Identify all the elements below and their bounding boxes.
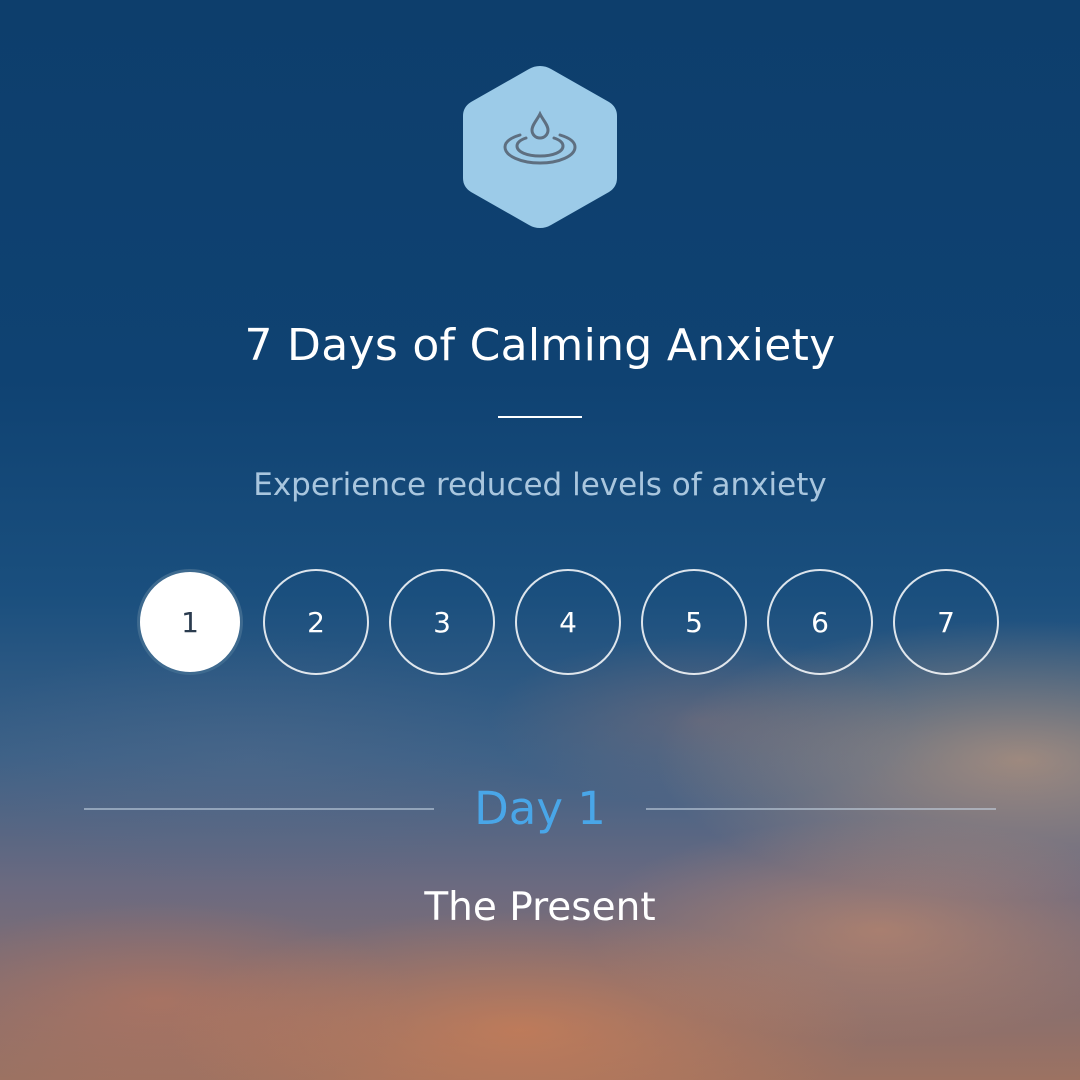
program-subtitle: Experience reduced levels of anxiety [253,467,827,503]
program-badge [460,62,620,232]
day-button-7[interactable]: 7 [893,569,999,675]
day-button-1[interactable]: 1 [137,569,243,675]
day-button-6[interactable]: 6 [767,569,873,675]
day-button-4[interactable]: 4 [515,569,621,675]
title-divider [498,416,582,418]
day-button-2[interactable]: 2 [263,569,369,675]
selected-day-header: Day 1 [84,780,996,840]
day-selector: 1 2 3 4 5 6 7 [137,569,999,675]
day-button-5[interactable]: 5 [641,569,747,675]
day-header-rule-right [646,808,996,810]
day-button-3[interactable]: 3 [389,569,495,675]
day-header-rule-left [84,808,434,810]
selected-day-label: Day 1 [474,782,606,835]
session-title[interactable]: The Present [0,880,1080,936]
program-title: 7 Days of Calming Anxiety [244,320,836,371]
hexagon-badge-shape [463,66,617,228]
